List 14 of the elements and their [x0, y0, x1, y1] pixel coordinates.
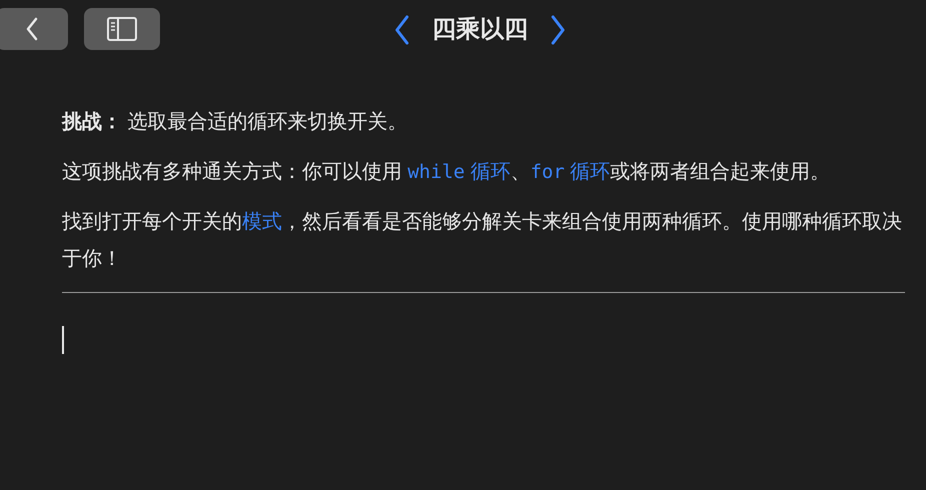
text-cursor — [62, 326, 64, 354]
sidebar-icon — [107, 17, 137, 41]
chevron-left-icon — [25, 17, 39, 41]
paragraph: 这项挑战有多种通关方式：你可以使用 while 循环、for 循环或将两者组合起来使用。 — [62, 160, 832, 185]
paragraph: 找到打开每个开关的模式，然后看看是否能够分解关卡来组合使用两种循环。使用哪种循环取决于你！ — [62, 210, 903, 272]
chevron-right-icon — [550, 15, 566, 45]
link[interactable]: for 循环 — [530, 161, 610, 183]
page-title: 四乘以四 — [432, 15, 528, 45]
chevron-left-icon — [394, 15, 410, 45]
link[interactable]: while 循环 — [408, 161, 510, 183]
paragraph: 挑战： 选取最合适的循环来切换开关。 — [62, 110, 409, 135]
sidebar-button[interactable] — [84, 8, 160, 50]
link[interactable]: 模式 — [242, 211, 282, 233]
back-button[interactable] — [0, 8, 68, 50]
